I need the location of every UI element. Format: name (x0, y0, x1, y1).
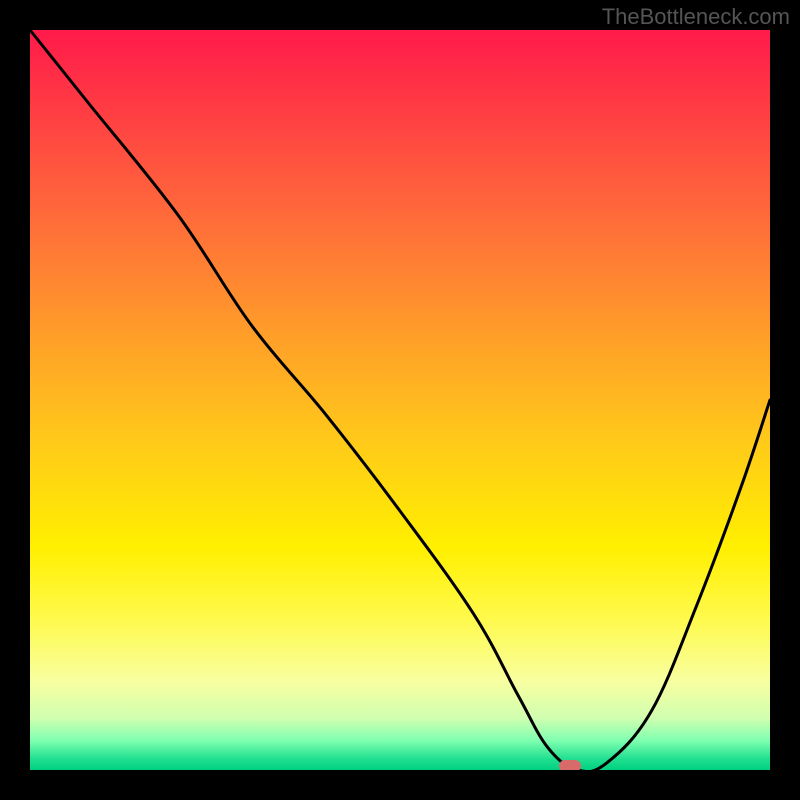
chart-curve-svg (30, 30, 770, 770)
optimal-point-marker (559, 760, 581, 770)
watermark-text: TheBottleneck.com (602, 4, 790, 30)
bottleneck-curve-line (30, 30, 770, 770)
chart-plot-area (30, 30, 770, 770)
